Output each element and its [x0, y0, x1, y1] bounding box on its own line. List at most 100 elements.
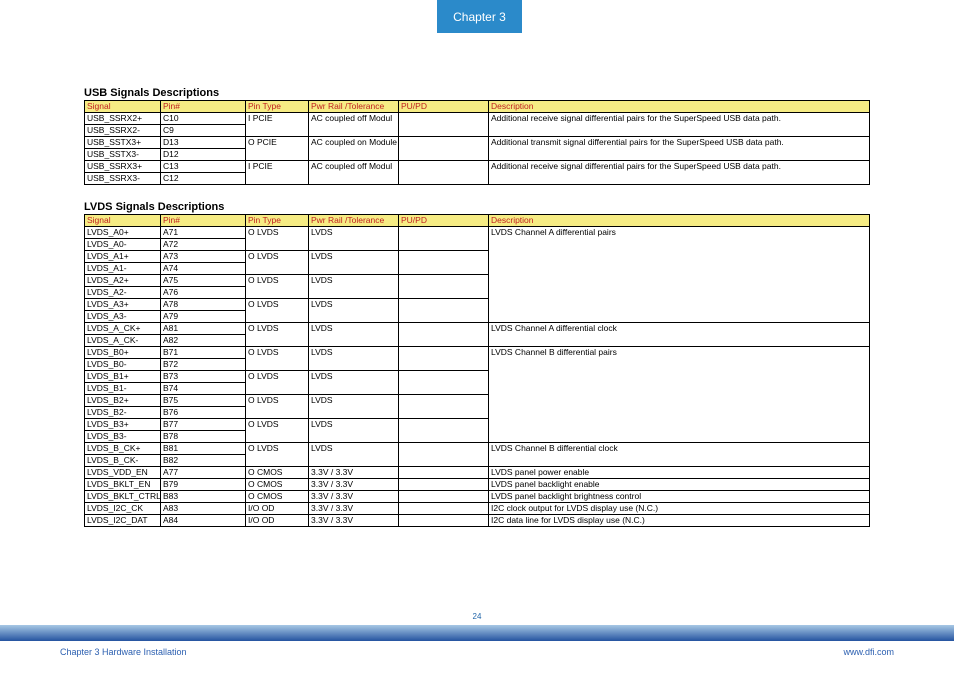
table-row: LVDS_I2C_DATA84I/O OD3.3V / 3.3VI2C data…	[85, 515, 870, 527]
table-row: LVDS_A_CK+A81O LVDSLVDSLVDS Channel A di…	[85, 323, 870, 335]
cell-signal: LVDS_A2-	[85, 287, 161, 299]
cell-pin: A83	[161, 503, 246, 515]
cell-pwr: LVDS	[309, 347, 399, 371]
table-row: LVDS_BKLT_CTRLB83O CMOS3.3V / 3.3VLVDS p…	[85, 491, 870, 503]
cell-pin: B79	[161, 479, 246, 491]
cell-pwr: 3.3V / 3.3V	[309, 503, 399, 515]
cell-pin: B82	[161, 455, 246, 467]
cell-pintype: O LVDS	[246, 275, 309, 299]
cell-signal: LVDS_B2+	[85, 395, 161, 407]
column-header: Pin#	[161, 215, 246, 227]
page-footer: 24 Chapter 3 Hardware Installation www.d…	[0, 612, 954, 675]
cell-description: LVDS Channel B differential clock	[489, 443, 870, 467]
cell-description: LVDS panel backlight enable	[489, 479, 870, 491]
cell-signal: LVDS_B0+	[85, 347, 161, 359]
cell-pin: C13	[161, 161, 246, 173]
cell-pwr: 3.3V / 3.3V	[309, 491, 399, 503]
cell-signal: LVDS_BKLT_CTRL	[85, 491, 161, 503]
cell-pin: A73	[161, 251, 246, 263]
cell-pin: D12	[161, 149, 246, 161]
table-row: LVDS_VDD_ENA77O CMOS3.3V / 3.3VLVDS pane…	[85, 467, 870, 479]
cell-pwr: LVDS	[309, 371, 399, 395]
lvds-section-title: LVDS Signals Descriptions	[84, 201, 870, 213]
cell-pintype: I/O OD	[246, 515, 309, 527]
cell-signal: LVDS_I2C_DAT	[85, 515, 161, 527]
cell-signal: LVDS_A2+	[85, 275, 161, 287]
table-row: LVDS_B0+B71O LVDSLVDSLVDS Channel B diff…	[85, 347, 870, 359]
cell-pintype: O LVDS	[246, 347, 309, 371]
cell-pwr: AC coupled off Modul	[309, 161, 399, 185]
cell-pupd	[399, 347, 489, 371]
cell-pupd	[399, 419, 489, 443]
cell-pintype: O LVDS	[246, 251, 309, 275]
cell-signal: USB_SSRX2-	[85, 125, 161, 137]
cell-pintype: I/O OD	[246, 503, 309, 515]
cell-pin: D13	[161, 137, 246, 149]
cell-signal: LVDS_B3-	[85, 431, 161, 443]
cell-pin: B77	[161, 419, 246, 431]
cell-signal: LVDS_B0-	[85, 359, 161, 371]
cell-pintype: O LVDS	[246, 371, 309, 395]
cell-pin: A76	[161, 287, 246, 299]
cell-pwr: LVDS	[309, 251, 399, 275]
cell-pwr: LVDS	[309, 275, 399, 299]
cell-pwr: AC coupled off Modul	[309, 113, 399, 137]
cell-description: Additional receive signal differential p…	[489, 161, 870, 185]
cell-pwr: LVDS	[309, 443, 399, 467]
cell-pin: B73	[161, 371, 246, 383]
column-header: Signal	[85, 101, 161, 113]
cell-pwr: LVDS	[309, 299, 399, 323]
cell-signal: LVDS_B1-	[85, 383, 161, 395]
cell-pintype: O LVDS	[246, 299, 309, 323]
cell-signal: LVDS_I2C_CK	[85, 503, 161, 515]
cell-pupd	[399, 515, 489, 527]
cell-pwr: 3.3V / 3.3V	[309, 515, 399, 527]
cell-pupd	[399, 161, 489, 185]
cell-signal: LVDS_A3+	[85, 299, 161, 311]
cell-pupd	[399, 467, 489, 479]
cell-signal: LVDS_B_CK-	[85, 455, 161, 467]
cell-description: LVDS Channel A differential pairs	[489, 227, 870, 323]
cell-pwr: LVDS	[309, 227, 399, 251]
footer-gradient-bar	[0, 625, 954, 641]
cell-pupd	[399, 113, 489, 137]
cell-signal: LVDS_A0-	[85, 239, 161, 251]
cell-pin: B71	[161, 347, 246, 359]
cell-pupd	[399, 137, 489, 161]
cell-pin: B72	[161, 359, 246, 371]
cell-signal: LVDS_A1+	[85, 251, 161, 263]
cell-pin: B76	[161, 407, 246, 419]
cell-pin: B75	[161, 395, 246, 407]
table-row: LVDS_I2C_CKA83I/O OD3.3V / 3.3VI2C clock…	[85, 503, 870, 515]
cell-pintype: O LVDS	[246, 395, 309, 419]
cell-signal: USB_SSRX3-	[85, 173, 161, 185]
footer-chapter-label: Chapter 3 Hardware Installation	[60, 647, 187, 657]
footer-url: www.dfi.com	[843, 647, 894, 657]
cell-pintype: O LVDS	[246, 419, 309, 443]
cell-pwr: LVDS	[309, 323, 399, 347]
cell-description: I2C data line for LVDS display use (N.C.…	[489, 515, 870, 527]
cell-pupd	[399, 251, 489, 275]
cell-pintype: I PCIE	[246, 161, 309, 185]
cell-signal: LVDS_B3+	[85, 419, 161, 431]
cell-signal: USB_SSTX3+	[85, 137, 161, 149]
cell-description: LVDS Channel B differential pairs	[489, 347, 870, 443]
cell-pupd	[399, 503, 489, 515]
cell-pin: C12	[161, 173, 246, 185]
cell-pin: A71	[161, 227, 246, 239]
cell-signal: LVDS_A0+	[85, 227, 161, 239]
cell-pintype: O CMOS	[246, 467, 309, 479]
cell-pin: C10	[161, 113, 246, 125]
chapter-tab: Chapter 3	[437, 0, 522, 33]
cell-signal: LVDS_VDD_EN	[85, 467, 161, 479]
column-header: PU/PD	[399, 215, 489, 227]
cell-pin: B83	[161, 491, 246, 503]
cell-pupd	[399, 323, 489, 347]
cell-pin: A77	[161, 467, 246, 479]
cell-pintype: I PCIE	[246, 113, 309, 137]
cell-pin: A74	[161, 263, 246, 275]
cell-pin: B78	[161, 431, 246, 443]
cell-pwr: LVDS	[309, 419, 399, 443]
cell-pin: A78	[161, 299, 246, 311]
cell-signal: LVDS_B2-	[85, 407, 161, 419]
